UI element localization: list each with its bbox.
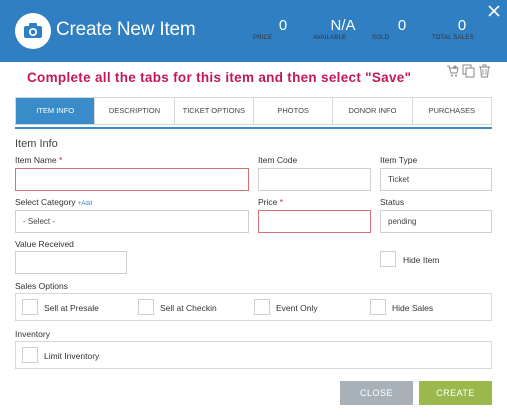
stat-available-value: N/A: [330, 17, 356, 34]
stat-price-label: PRICE: [253, 35, 273, 41]
required-marker: *: [58, 155, 63, 165]
create-button[interactable]: CREATE: [419, 381, 492, 405]
status-label: Status: [380, 197, 405, 207]
sell-at-presale-checkbox[interactable]: [22, 299, 38, 315]
tab-divider: [15, 127, 492, 129]
value-received-label: Value Received: [15, 239, 74, 249]
event-only-label: Event Only: [276, 303, 318, 313]
tab-donor-info[interactable]: DONOR INFO: [333, 98, 413, 124]
price-label: Price *: [258, 197, 284, 207]
modal-header: Create New Item 0 PRICE N/A AVAILABLE 0 …: [0, 0, 507, 62]
tab-item-info[interactable]: ITEM INFO: [16, 98, 96, 124]
stat-price-value: 0: [278, 17, 288, 34]
price-input[interactable]: [258, 210, 371, 233]
item-name-input[interactable]: [15, 168, 249, 191]
stat-total-sales-value: 0: [457, 17, 467, 34]
sell-at-checkin-checkbox[interactable]: [138, 299, 154, 315]
event-only-checkbox[interactable]: [254, 299, 270, 315]
add-category-link[interactable]: +Add: [78, 201, 92, 207]
modal-title: Create New Item: [56, 19, 196, 40]
sell-at-presale-label: Sell at Presale: [44, 303, 99, 313]
hide-item-label: Hide Item: [403, 255, 440, 265]
hide-item-checkbox[interactable]: [380, 251, 396, 267]
sell-at-checkin-label: Sell at Checkin: [160, 303, 217, 313]
inventory-label: Inventory: [15, 329, 50, 339]
cart-add-icon[interactable]: [446, 64, 459, 78]
section-title: Item Info: [15, 138, 58, 150]
item-name-label: Item Name *: [15, 155, 63, 165]
stat-sold: 0 SOLD: [372, 17, 432, 42]
stat-total-sales-label: TOTAL SALES: [432, 35, 474, 41]
instruction-banner: Complete all the tabs for this item and …: [27, 70, 412, 85]
category-select[interactable]: - Select -: [15, 210, 249, 233]
close-icon[interactable]: [487, 4, 501, 18]
tab-photos[interactable]: PHOTOS: [254, 98, 334, 124]
stat-sold-label: SOLD: [372, 35, 390, 41]
stat-price: 0 PRICE: [253, 17, 313, 42]
camera-icon: [24, 23, 42, 38]
tab-ticket-options[interactable]: TICKET OPTIONS: [175, 98, 254, 124]
item-logo: [15, 13, 51, 49]
tab-purchases[interactable]: PURCHASES: [413, 98, 491, 124]
limit-inventory-label: Limit Inventory: [44, 351, 100, 361]
item-type-label: Item Type: [380, 155, 418, 165]
stat-total-sales: 0 TOTAL SALES: [432, 17, 492, 42]
hide-sales-label: Hide Sales: [392, 303, 434, 313]
item-type-field[interactable]: Ticket: [380, 168, 492, 191]
copy-icon[interactable]: [462, 64, 475, 78]
stat-available: N/A AVAILABLE: [313, 17, 373, 42]
stat-sold-value: 0: [397, 17, 407, 34]
item-tabs: ITEM INFO DESCRIPTION TICKET OPTIONS PHO…: [15, 97, 492, 125]
item-code-input[interactable]: [258, 168, 371, 191]
status-select[interactable]: pending: [380, 210, 492, 233]
required-marker: *: [279, 197, 284, 207]
item-code-label: Item Code: [258, 155, 298, 165]
tab-description[interactable]: DESCRIPTION: [95, 98, 175, 124]
select-category-label: Select Category +Add: [15, 197, 93, 207]
stat-available-label: AVAILABLE: [313, 35, 347, 41]
hide-sales-checkbox[interactable]: [370, 299, 386, 315]
trash-icon[interactable]: [478, 64, 491, 78]
limit-inventory-checkbox[interactable]: [22, 347, 38, 363]
close-button[interactable]: CLOSE: [340, 381, 413, 405]
sales-options-label: Sales Options: [15, 281, 68, 291]
value-received-input[interactable]: [15, 251, 127, 274]
